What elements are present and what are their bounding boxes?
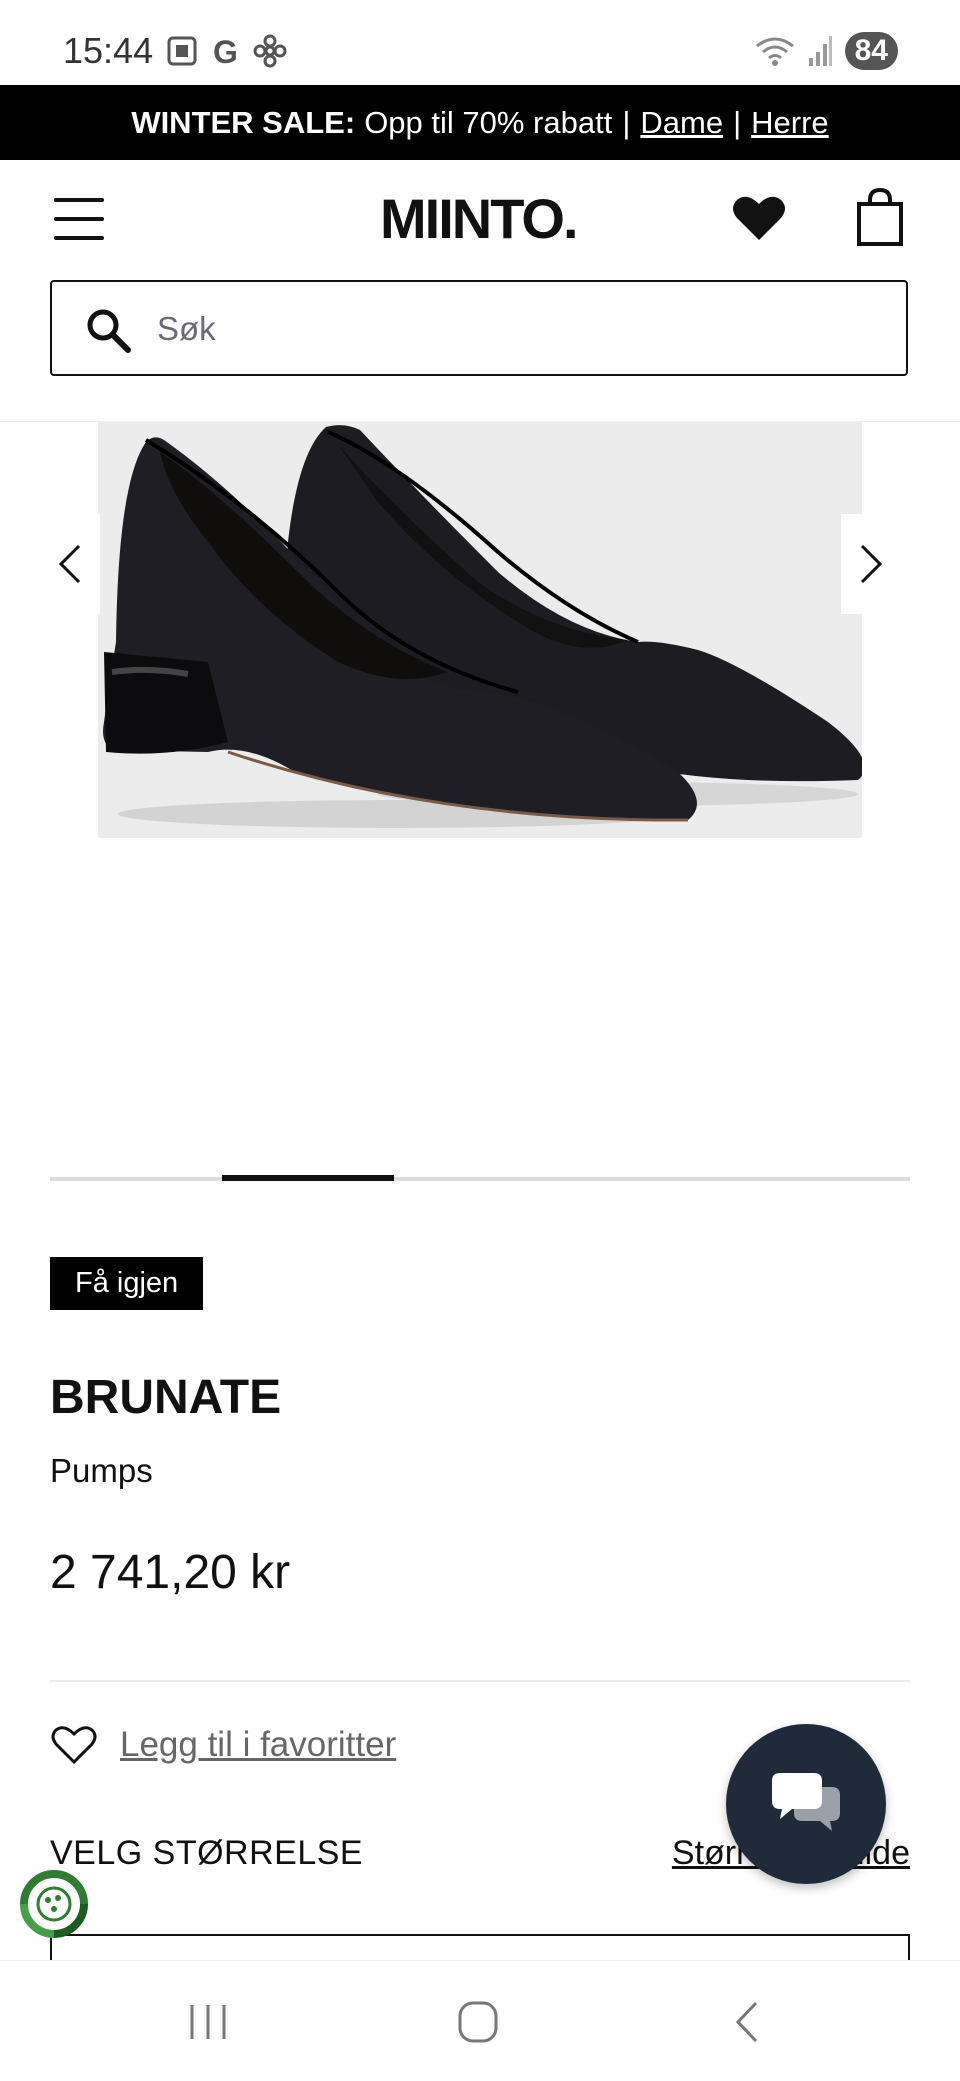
product-category: Pumps [50, 1452, 153, 1489]
recent-apps-icon[interactable] [178, 1997, 238, 2047]
add-to-favorites-button[interactable]: Legg til i favoritter [50, 1724, 396, 1766]
add-to-favorites-label: Legg til i favoritter [120, 1725, 397, 1764]
system-nav-bar [0, 1960, 960, 2081]
heart-outline-icon [51, 1726, 97, 1765]
eco-badge-icon[interactable] [18, 1868, 90, 1940]
battery-indicator: 84 [844, 32, 898, 70]
site-header: MIINTO. [0, 160, 960, 280]
search-input[interactable] [155, 302, 859, 356]
wifi-icon [755, 37, 794, 66]
signal-icon [808, 36, 832, 66]
chevron-left-icon [58, 544, 81, 584]
screenshot-icon [167, 36, 197, 66]
shopping-bag-icon[interactable] [856, 188, 904, 246]
product-image[interactable] [98, 422, 862, 838]
back-icon[interactable] [718, 1997, 778, 2047]
google-icon: G [213, 34, 238, 68]
cashback-badge: Få igjen [50, 1257, 204, 1310]
product-price: 2 741,20 kr [50, 1546, 291, 1599]
shoe-illustration [98, 422, 862, 838]
gallery-prev-button[interactable] [40, 514, 100, 614]
status-bar: 15:44 G 84 [0, 0, 960, 85]
menu-button[interactable] [54, 198, 104, 240]
promo-link-men[interactable]: Herre [751, 105, 829, 141]
promo-separator: | [733, 104, 742, 140]
heart-icon[interactable] [731, 190, 787, 246]
product-brand[interactable]: BRUNATE [50, 1370, 281, 1425]
gallery-next-button[interactable] [841, 514, 901, 614]
search-box [50, 280, 908, 376]
search-icon [87, 309, 131, 353]
promo-separator: | [622, 104, 631, 140]
promo-link-women[interactable]: Dame [640, 105, 723, 141]
logo[interactable]: MIINTO. [380, 186, 579, 251]
divider [50, 1680, 910, 1682]
pinwheel-icon [253, 34, 287, 68]
gallery-progress-track [50, 1177, 910, 1181]
chevron-right-icon [860, 544, 883, 584]
gallery-progress-thumb[interactable] [222, 1175, 394, 1181]
promo-text: Opp til 70% rabatt [364, 104, 613, 140]
home-icon[interactable] [448, 1997, 508, 2047]
promo-title: WINTER SALE: [131, 104, 356, 140]
chat-icon [772, 1773, 840, 1831]
promo-banner: WINTER SALE: Opp til 70% rabatt | Dame |… [0, 85, 960, 160]
size-label: VELG STØRRELSE [50, 1834, 364, 1872]
status-time: 15:44 [63, 30, 154, 71]
svg-text:G: G [213, 34, 238, 68]
chat-button[interactable] [726, 1724, 886, 1884]
